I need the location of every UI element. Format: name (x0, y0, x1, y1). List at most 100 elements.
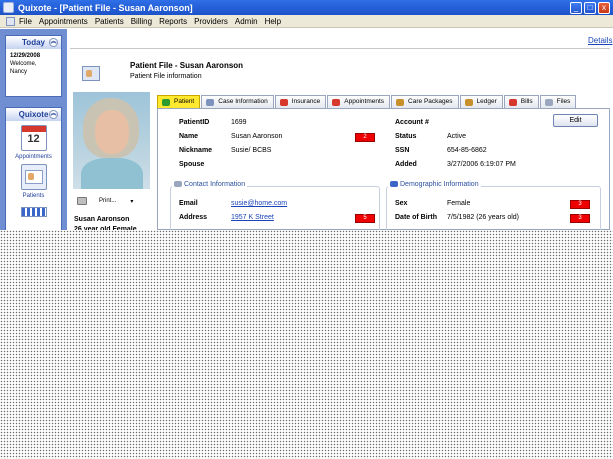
calendar-icon (332, 99, 341, 106)
person-icon (390, 181, 398, 188)
sidebar: Today ︽ 12/29/2008 Welcome, Nancy Quixot… (0, 29, 67, 230)
collapse-icon[interactable]: ︽ (49, 38, 58, 47)
tab-case-information[interactable]: Case Information (201, 95, 274, 108)
demographic-group-title: Demographic Information (388, 181, 481, 188)
patient-id-value: 1699 (231, 119, 247, 126)
collapse-icon[interactable]: ︽ (49, 110, 58, 119)
nickname-label: Nickname (179, 147, 213, 154)
ledger-icon (464, 99, 473, 106)
calendar-day-number: 12 (27, 133, 40, 145)
menu-appointments[interactable]: Appointments (39, 17, 88, 26)
name-count-badge[interactable]: 2 (355, 133, 375, 142)
email-label: Email (179, 200, 198, 207)
calendar-icon[interactable]: 12 (20, 125, 47, 151)
menu-reports[interactable]: Reports (159, 17, 187, 26)
menu-billing[interactable]: Billing (131, 17, 152, 26)
window-title-bar: Quixote - [Patient File - Susan Aaronson… (0, 0, 613, 15)
name-label: Name (179, 133, 199, 140)
minimize-button[interactable]: _ (570, 1, 582, 14)
phone-icon (174, 181, 182, 188)
profile-name: Susan Aaronson (74, 216, 130, 223)
tab-label: Ledger (476, 98, 497, 105)
spouse-label: Spouse (179, 161, 205, 168)
email-link[interactable]: susie@home.com (231, 200, 287, 207)
print-label[interactable]: Print... (99, 198, 116, 204)
contact-title-text: Contact Information (184, 181, 246, 188)
bill-icon (508, 99, 517, 106)
tab-label: Files (556, 98, 571, 105)
package-icon (396, 99, 405, 106)
tab-insurance[interactable]: Insurance (274, 95, 327, 108)
tab-label: Appointments (344, 98, 385, 105)
menu-providers[interactable]: Providers (194, 17, 228, 26)
chevron-down-icon[interactable]: ▾ (130, 198, 133, 205)
tab-files[interactable]: Files (539, 95, 577, 108)
status-label: Status (395, 133, 417, 140)
tab-patient[interactable]: Patient (157, 95, 201, 108)
dob-count-badge[interactable]: 3 (570, 214, 590, 223)
page-subtitle: Patient File information (130, 73, 202, 80)
header-divider (70, 48, 610, 49)
nav-appointments[interactable]: 12 Appointments (6, 125, 61, 160)
sex-count-badge[interactable]: 3 (570, 200, 590, 209)
window-title: Quixote - [Patient File - Susan Aaronson… (18, 2, 193, 13)
contact-group-title: Contact Information (172, 181, 248, 188)
address-label: Address (179, 214, 208, 221)
name-value: Susan Aaronson (231, 133, 283, 140)
menu-file[interactable]: File (19, 17, 32, 26)
page-title: Patient File - Susan Aaronson (130, 61, 244, 70)
nav-patients[interactable]: Patients (6, 164, 61, 199)
tab-ledger[interactable]: Ledger (459, 95, 503, 108)
tab-label: Insurance (291, 98, 321, 105)
today-panel: Today ︽ 12/29/2008 Welcome, Nancy (5, 35, 62, 97)
print-dropdown[interactable]: Print... ▾ (77, 197, 133, 205)
details-link[interactable]: Details (588, 36, 612, 45)
menu-help[interactable]: Help (265, 17, 281, 26)
address-link[interactable]: 1957 K Street (231, 214, 274, 221)
patient-card-icon[interactable] (20, 164, 47, 190)
sex-value: Female (447, 200, 471, 207)
document-icon[interactable] (6, 16, 15, 26)
menu-bar: File Appointments Patients Billing Repor… (0, 15, 613, 28)
dob-label: Date of Birth (395, 214, 437, 221)
tab-label: Case Information (218, 98, 268, 105)
tab-label: Patient (174, 98, 195, 105)
today-panel-body: 12/29/2008 Welcome, Nancy (6, 49, 61, 79)
ssn-value: 654-85-6862 (447, 147, 487, 154)
patient-photo (73, 92, 150, 189)
nav-appointments-label[interactable]: Appointments (15, 154, 52, 160)
today-panel-header[interactable]: Today ︽ (6, 36, 61, 49)
files-icon (544, 99, 553, 106)
address-count-badge[interactable]: 5 (355, 214, 375, 223)
tab-bills[interactable]: Bills (503, 95, 539, 108)
printer-icon[interactable] (77, 197, 87, 205)
added-label: Added (395, 161, 417, 168)
nav-patients-label[interactable]: Patients (23, 193, 45, 199)
ledger-icon[interactable] (20, 207, 47, 217)
tab-appointments[interactable]: Appointments (327, 95, 391, 108)
edit-button[interactable]: Edit (553, 114, 598, 127)
account-label: Account # (395, 119, 429, 126)
dob-value: 7/5/1982 (26 years old) (447, 214, 519, 221)
quixote-header-label: Quixote (18, 110, 49, 119)
patient-tabs: Patient Case Information Insurance Appoi… (157, 95, 577, 108)
dithered-overlay (0, 230, 613, 459)
ssn-label: SSN (395, 147, 410, 154)
case-icon (206, 99, 215, 106)
person-icon (162, 99, 170, 106)
insurance-icon (279, 99, 288, 106)
tab-care-packages[interactable]: Care Packages (391, 95, 459, 108)
quixote-panel: Quixote ︽ 12 Appointments Patients (5, 107, 62, 230)
close-button[interactable]: x (598, 1, 610, 14)
quixote-panel-header[interactable]: Quixote ︽ (6, 108, 61, 121)
sex-label: Sex (395, 200, 408, 207)
today-date: 12/29/2008 (10, 53, 41, 59)
welcome-text: Welcome, (10, 61, 37, 67)
menu-admin[interactable]: Admin (235, 17, 258, 26)
patient-file-icon (82, 66, 100, 81)
today-header-label: Today (22, 38, 45, 47)
maximize-button[interactable]: □ (584, 1, 596, 14)
menu-patients[interactable]: Patients (95, 17, 124, 26)
nav-next-partial[interactable] (6, 203, 61, 217)
added-value: 3/27/2006 6:19:07 PM (447, 161, 516, 168)
